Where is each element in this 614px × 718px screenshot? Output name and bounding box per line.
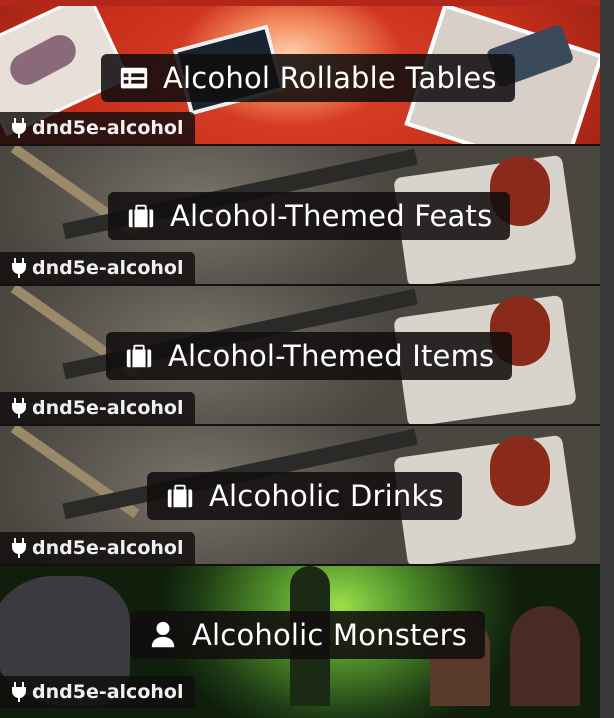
suitcase-icon	[126, 201, 156, 231]
entry-title: Alcohol-Themed Feats	[170, 199, 493, 233]
source-label: dnd5e-alcohol	[32, 681, 184, 703]
entry-title-pill: Alcohol-Themed Items	[106, 332, 513, 380]
compendium-entry-alcohol-rollable-tables[interactable]: Alcohol Rollable Tables dnd5e-alcohol	[0, 0, 600, 146]
suitcase-icon	[165, 481, 195, 511]
plug-icon	[10, 538, 28, 558]
entry-title-pill: Alcohol-Themed Feats	[108, 192, 511, 240]
entry-title: Alcoholic Drinks	[209, 479, 444, 513]
source-tag: dnd5e-alcohol	[0, 112, 196, 144]
compendium-entry-alcoholic-monsters[interactable]: Alcoholic Monsters dnd5e-alcohol	[0, 566, 600, 718]
table-list-icon	[119, 63, 149, 93]
suitcase-icon	[124, 341, 154, 371]
decor-figure	[510, 606, 580, 706]
entry-title-pill: Alcohol Rollable Tables	[101, 54, 515, 102]
source-label: dnd5e-alcohol	[32, 257, 184, 279]
plug-icon	[10, 398, 28, 418]
source-tag: dnd5e-alcohol	[0, 392, 196, 424]
plug-icon	[10, 258, 28, 278]
compendium-entry-alcoholic-drinks[interactable]: Alcoholic Drinks dnd5e-alcohol	[0, 426, 600, 566]
source-label: dnd5e-alcohol	[32, 397, 184, 419]
source-label: dnd5e-alcohol	[32, 117, 184, 139]
entry-title: Alcohol Rollable Tables	[163, 61, 497, 95]
source-tag: dnd5e-alcohol	[0, 532, 196, 564]
compendium-entry-alcohol-themed-feats[interactable]: Alcohol-Themed Feats dnd5e-alcohol	[0, 146, 600, 286]
compendium-list: Alcohol Rollable Tables dnd5e-alcohol Al…	[0, 0, 614, 718]
source-label: dnd5e-alcohol	[32, 537, 184, 559]
entry-title-pill: Alcoholic Monsters	[130, 611, 486, 659]
source-tag: dnd5e-alcohol	[0, 252, 196, 284]
source-tag: dnd5e-alcohol	[0, 676, 196, 708]
user-icon	[148, 620, 178, 650]
plug-icon	[10, 118, 28, 138]
decor-pot	[490, 436, 550, 506]
plug-icon	[10, 682, 28, 702]
compendium-entry-alcohol-themed-items[interactable]: Alcohol-Themed Items dnd5e-alcohol	[0, 286, 600, 426]
entry-title-pill: Alcoholic Drinks	[147, 472, 462, 520]
entry-title: Alcohol-Themed Items	[168, 339, 495, 373]
entry-title: Alcoholic Monsters	[192, 618, 468, 652]
